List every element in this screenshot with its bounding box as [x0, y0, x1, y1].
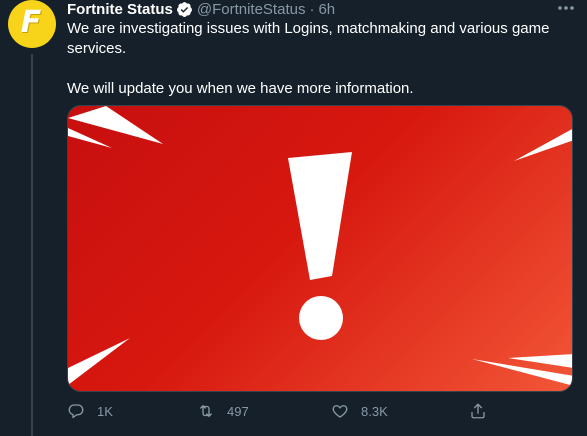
user-handle[interactable]: @FortniteStatus: [197, 1, 306, 18]
like-count: 8.3K: [361, 403, 388, 419]
reply-button[interactable]: 1K: [67, 402, 113, 420]
corner-streak-top-right: [514, 129, 572, 161]
tweet-paragraph-1: We are investigating issues with Logins,…: [67, 20, 550, 57]
tweet-header: Fortnite Status @FortniteStatus · 6h: [67, 0, 335, 19]
tweet-actions: 1K 497 8.3K: [67, 402, 573, 422]
share-icon: [471, 403, 485, 419]
tweet-paragraph-2: We will update you when we have more inf…: [67, 80, 414, 97]
like-button[interactable]: 8.3K: [331, 402, 388, 420]
avatar-letter: F: [20, 4, 42, 40]
tweet-text: We are investigating issues with Logins,…: [67, 19, 572, 99]
reply-count: 1K: [97, 403, 113, 419]
corner-streak-bottom-right: [508, 354, 572, 368]
retweet-count: 497: [227, 403, 249, 419]
exclamation-image: [68, 106, 572, 386]
corner-streak-top-left-small: [68, 128, 112, 148]
verified-badge-icon: [176, 1, 192, 17]
exclamation-bar: [288, 152, 352, 280]
display-name[interactable]: Fortnite Status: [67, 1, 173, 18]
corner-streak-bottom-left: [68, 338, 130, 385]
tweet-media-image[interactable]: [67, 105, 573, 392]
retweet-icon: [200, 405, 212, 417]
timestamp[interactable]: 6h: [318, 1, 335, 18]
reply-icon: [68, 404, 84, 419]
separator-dot: ·: [309, 0, 315, 18]
retweet-button[interactable]: 497: [197, 402, 249, 420]
exclamation-dot: [299, 296, 343, 340]
more-options-icon[interactable]: [556, 2, 576, 14]
heart-icon: [332, 405, 348, 418]
avatar[interactable]: F: [8, 0, 56, 48]
thread-line: [31, 54, 33, 436]
share-button[interactable]: [469, 402, 499, 420]
